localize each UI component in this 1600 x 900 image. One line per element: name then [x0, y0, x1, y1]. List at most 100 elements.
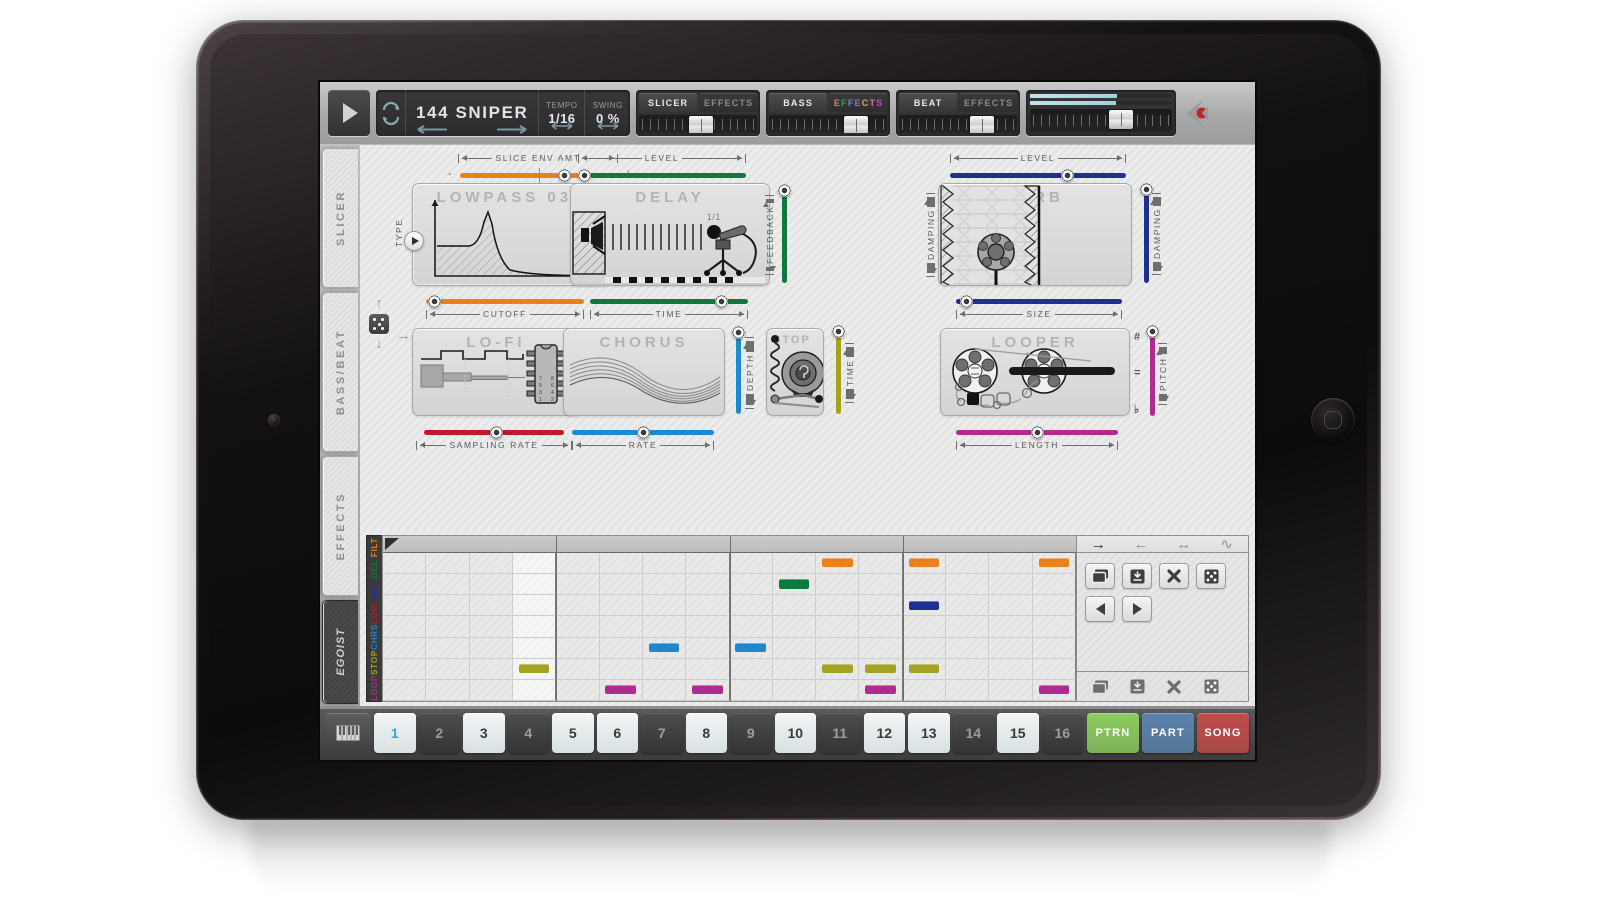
sequencer-note[interactable]: [865, 664, 895, 673]
sequencer-cell[interactable]: [773, 553, 816, 574]
sequencer-note[interactable]: [519, 664, 549, 673]
pattern-next-icon[interactable]: [496, 125, 530, 134]
sequencer-cell[interactable]: [426, 595, 469, 616]
sequencer-cell[interactable]: [989, 595, 1032, 616]
sequencer-cell[interactable]: [470, 638, 513, 659]
sequencer-cell[interactable]: [903, 680, 946, 701]
sequencer-cell[interactable]: [903, 616, 946, 637]
sequencer-cell[interactable]: [426, 638, 469, 659]
sequencer-cell[interactable]: [643, 638, 686, 659]
sequencer-note[interactable]: [1039, 558, 1069, 567]
sequencer-cell[interactable]: [643, 659, 686, 680]
part-fx-beat[interactable]: EFFECTS: [960, 93, 1018, 112]
sequencer-cell[interactable]: [859, 574, 902, 595]
delay-time-slider[interactable]: [590, 295, 748, 309]
sequencer-cell[interactable]: [730, 616, 773, 637]
sequencer-row-label-stop[interactable]: STOP: [367, 650, 382, 675]
pattern-button-5[interactable]: 5: [552, 713, 594, 753]
sequencer-cell[interactable]: [859, 616, 902, 637]
sequencer-cell[interactable]: [470, 595, 513, 616]
cutoff-slider[interactable]: [426, 295, 584, 309]
sequencer-cell[interactable]: [903, 595, 946, 616]
part-fader-beat[interactable]: [899, 115, 1017, 133]
tempo-cell[interactable]: TEMPO 1/16: [538, 90, 584, 136]
sidebar-item-bassbeat[interactable]: BASS/BEAT: [322, 292, 358, 452]
sequencer-cell[interactable]: [600, 574, 643, 595]
pattern-button-2[interactable]: 2: [419, 713, 461, 753]
sequencer-row-label-chrs[interactable]: CHRS: [367, 624, 382, 650]
home-button[interactable]: [1311, 398, 1355, 442]
sequencer-cell[interactable]: [946, 574, 989, 595]
sequencer-cell[interactable]: [1033, 659, 1076, 680]
fader-handle[interactable]: [970, 116, 994, 133]
sequencer-cell[interactable]: [730, 553, 773, 574]
sequencer-row-label-lofi[interactable]: LOFI: [367, 602, 382, 624]
copy-all-button[interactable]: [1085, 676, 1115, 698]
sequencer-cell[interactable]: [383, 616, 426, 637]
direction-forward-icon[interactable]: →: [1077, 536, 1120, 552]
copy-button[interactable]: [1085, 563, 1115, 589]
reverb-panel[interactable]: VERB: [938, 183, 1132, 286]
sequencer-cell[interactable]: [383, 595, 426, 616]
sequencer-cell[interactable]: [1033, 616, 1076, 637]
paste-all-button[interactable]: [1122, 676, 1152, 698]
randomize-all-button[interactable]: [1196, 676, 1226, 698]
sequencer-cell[interactable]: [383, 638, 426, 659]
sequencer-cell[interactable]: [600, 659, 643, 680]
sequencer-note[interactable]: [692, 685, 722, 694]
part-name-beat[interactable]: BEAT: [899, 93, 957, 112]
slider-handle[interactable]: [428, 295, 441, 308]
slider-handle[interactable]: [778, 184, 791, 197]
sequencer-note[interactable]: [735, 643, 765, 652]
pattern-button-14[interactable]: 14: [953, 713, 995, 753]
sequencer-cell[interactable]: [1033, 638, 1076, 659]
sequencer-cell[interactable]: [773, 616, 816, 637]
sequencer-cell[interactable]: [513, 553, 556, 574]
sequencer-cell[interactable]: [816, 638, 859, 659]
pattern-button-15[interactable]: 15: [997, 713, 1039, 753]
sequencer-note[interactable]: [1039, 685, 1069, 694]
direction-pingpong-icon[interactable]: ↔: [1163, 536, 1206, 552]
paste-button[interactable]: [1122, 563, 1152, 589]
sequencer-cell[interactable]: [773, 638, 816, 659]
sequencer-grid[interactable]: [382, 535, 1077, 702]
sequencer-cell[interactable]: [686, 638, 729, 659]
play-button[interactable]: [328, 90, 370, 136]
sampling-rate-slider[interactable]: [424, 426, 564, 440]
sequencer-cell[interactable]: [816, 574, 859, 595]
pattern-button-1[interactable]: 1: [374, 713, 416, 753]
sequencer-cell[interactable]: [946, 680, 989, 701]
slider-handle[interactable]: [960, 295, 973, 308]
sequencer-cell[interactable]: [470, 680, 513, 701]
swing-cell[interactable]: SWING 0 %: [584, 90, 630, 136]
sequencer-cell[interactable]: [903, 638, 946, 659]
sidebar-item-slicer[interactable]: SLICER: [322, 148, 358, 288]
keyboard-button[interactable]: [326, 713, 370, 753]
verb-size-slider[interactable]: [956, 295, 1122, 309]
sequencer-cell[interactable]: [989, 659, 1032, 680]
sequencer-cell[interactable]: [643, 616, 686, 637]
sequencer-cell[interactable]: [643, 553, 686, 574]
sequencer-cell[interactable]: [470, 553, 513, 574]
sequencer-cell[interactable]: [1033, 553, 1076, 574]
sequencer-cell[interactable]: [1033, 595, 1076, 616]
stop-panel[interactable]: STOP: [766, 328, 824, 416]
pattern-button-11[interactable]: 11: [819, 713, 861, 753]
slider-handle[interactable]: [1146, 325, 1159, 338]
sequencer-cell[interactable]: [600, 680, 643, 701]
pattern-button-12[interactable]: 12: [864, 713, 906, 753]
sequencer-cell[interactable]: [556, 659, 599, 680]
lofi-panel[interactable]: LO-FI: [412, 328, 580, 416]
fader-handle[interactable]: [689, 116, 713, 133]
sequencer-cell[interactable]: [426, 553, 469, 574]
sequencer-cell[interactable]: [1033, 680, 1076, 701]
sequencer-cell[interactable]: [816, 680, 859, 701]
pattern-name-field[interactable]: 144 SNIPER: [406, 90, 538, 136]
sequencer-cell[interactable]: [989, 638, 1032, 659]
sequencer-cell[interactable]: [816, 616, 859, 637]
sequencer-cell[interactable]: [946, 659, 989, 680]
slider-handle[interactable]: [578, 169, 591, 182]
tempo-adjust-icon[interactable]: [547, 122, 577, 130]
sequencer-cell[interactable]: [426, 616, 469, 637]
mode-button-song[interactable]: SONG: [1197, 713, 1249, 753]
